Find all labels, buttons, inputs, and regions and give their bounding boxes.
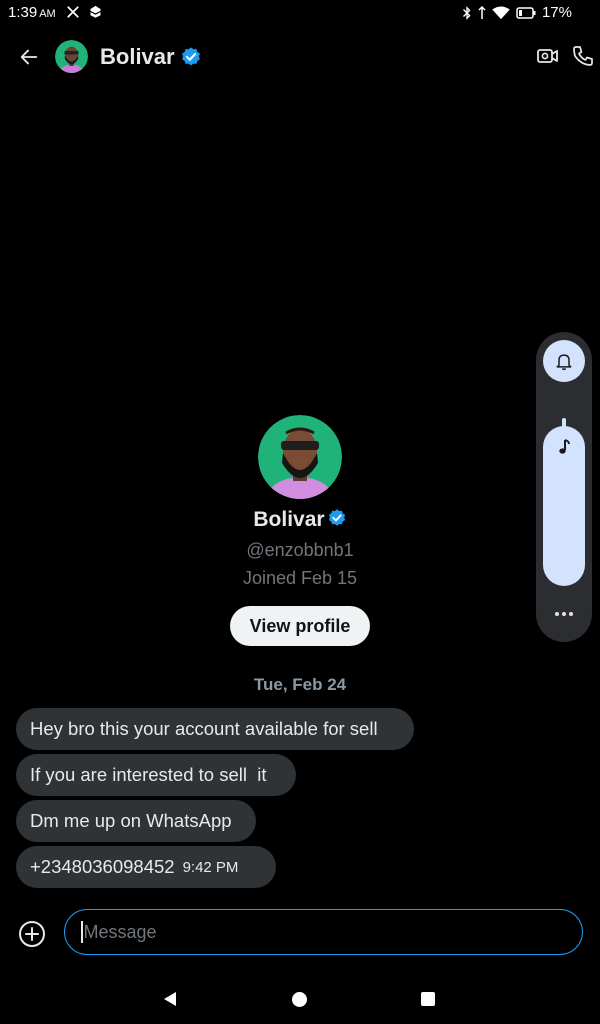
profile-name: Bolivar [253, 508, 325, 531]
nav-home-button[interactable] [292, 992, 307, 1007]
header-avatar[interactable] [55, 40, 88, 73]
profile-joined-date: Joined Feb 15 [242, 568, 358, 588]
header-name[interactable]: Bolivar [100, 44, 175, 70]
nav-recents-button[interactable] [421, 992, 435, 1006]
x-logo-icon [67, 5, 79, 18]
bell-icon [556, 354, 572, 371]
plus-circle-icon [19, 921, 45, 947]
arrow-left-icon [20, 49, 38, 65]
profile-handle: @enzobbnb1 [246, 540, 354, 560]
music-note-icon [559, 439, 570, 454]
volume-panel [536, 332, 592, 642]
wifi-icon [492, 5, 510, 19]
avatar-image [55, 40, 88, 73]
volume-more-button[interactable] [549, 602, 579, 626]
status-time-ampm: AM [39, 8, 56, 20]
nav-back-button[interactable] [162, 991, 178, 1007]
bluetooth-icon [463, 5, 471, 20]
date-separator: Tue, Feb 24 [253, 675, 347, 694]
verified-badge-icon [182, 47, 200, 66]
status-time: 1:39 AM [8, 4, 56, 21]
message-bubble[interactable]: +2348036098452 9:42 PM [16, 846, 276, 888]
message-text: Dm me up on WhatsApp [30, 810, 232, 831]
dot-icon [562, 612, 566, 616]
data-saver-icon [478, 5, 486, 19]
media-volume-slider[interactable] [543, 426, 585, 586]
message-input[interactable]: Message [64, 909, 583, 955]
profile-avatar-image [258, 415, 342, 499]
battery-icon [516, 6, 536, 19]
verified-badge-icon [328, 509, 345, 526]
back-button[interactable] [14, 42, 44, 72]
view-profile-button[interactable]: View profile [230, 606, 370, 646]
status-right: 17% [462, 4, 572, 21]
phone-icon [573, 46, 593, 66]
text-cursor [81, 921, 83, 943]
message-text: If you are interested to sell it [30, 764, 267, 785]
video-camera-icon [537, 49, 558, 63]
battery-percent: 17% [541, 4, 572, 21]
status-time-value: 1:39 [8, 4, 38, 21]
message-text: +2348036098452 [30, 856, 175, 877]
dot-icon [555, 612, 559, 616]
profile-avatar[interactable] [258, 415, 342, 499]
message-timestamp: 9:42 PM [182, 858, 239, 876]
add-attachment-button[interactable] [18, 920, 46, 948]
dot-icon [569, 612, 573, 616]
conversation-header: Bolivar [0, 36, 600, 78]
message-text: Hey bro this your account available for … [30, 718, 378, 739]
notification-icons [66, 4, 103, 19]
status-bar: 1:39 AM 17% [0, 0, 600, 26]
message-bubble[interactable]: Hey bro this your account available for … [16, 708, 414, 750]
voice-call-button[interactable] [571, 44, 595, 68]
message-bubble[interactable]: Dm me up on WhatsApp [16, 800, 256, 842]
message-placeholder: Message [83, 921, 157, 942]
profile-name-row: Bolivar [0, 508, 600, 532]
app-notification-icon [90, 5, 101, 18]
ringer-mode-button[interactable] [543, 340, 585, 382]
video-call-button[interactable] [536, 44, 560, 68]
message-bubble[interactable]: If you are interested to sell it [16, 754, 296, 796]
